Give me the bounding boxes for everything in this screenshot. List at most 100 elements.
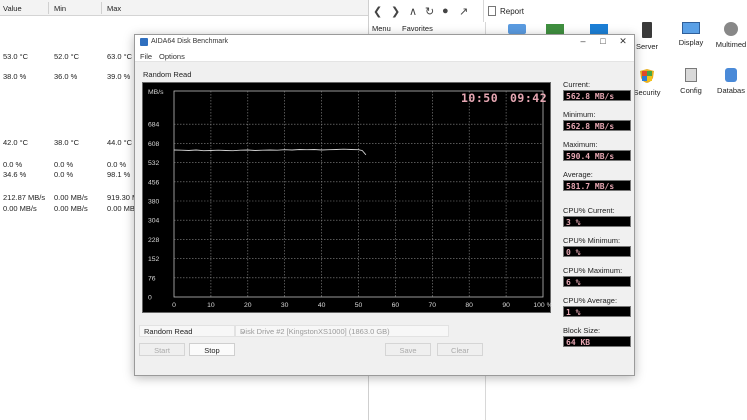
report-button[interactable]: Report <box>483 0 747 22</box>
cpu-average-label: CPU% Average: <box>563 296 618 305</box>
drive-select[interactable]: Disk Drive #2 [KingstonXS1000] (1863.0 G… <box>235 325 449 337</box>
category-tile-config[interactable]: Config <box>671 68 711 95</box>
tab-favorites[interactable]: Favorites <box>402 24 433 33</box>
test-type-select[interactable]: Random Read ⌄ <box>139 325 235 337</box>
average-label: Average: <box>563 170 593 179</box>
y-tick-label: 380 <box>148 199 160 206</box>
maximize-icon[interactable]: □ <box>596 36 610 46</box>
table-cell: 212.87 MB/s <box>3 193 46 202</box>
up-icon[interactable]: ∧ <box>409 5 417 18</box>
sensor-table-header: Value Min Max <box>0 0 368 16</box>
column-header-min[interactable]: Min <box>54 4 66 13</box>
table-cell: 0.0 % <box>3 160 23 169</box>
menu-options[interactable]: Options <box>159 52 185 61</box>
category-tile-multimedia[interactable]: Multimed <box>711 22 747 49</box>
block-size-label: Block Size: <box>563 326 601 335</box>
table-cell: 0.00 MB/s <box>54 204 88 213</box>
nav-toolbar: ❮ ❯ ∧ ↻ ● ↗ <box>369 0 485 22</box>
motherboard-icon <box>546 24 564 34</box>
chevron-down-icon: ⌄ <box>240 328 246 335</box>
x-tick-label: 30 <box>281 302 289 309</box>
clear-button[interactable]: Clear <box>437 343 483 356</box>
close-icon[interactable]: ✕ <box>616 36 630 47</box>
table-cell: 38.0 % <box>3 72 27 81</box>
report-label: Report <box>500 7 525 16</box>
column-separator[interactable] <box>101 2 102 14</box>
window-titlebar[interactable]: AIDA64 Disk Benchmark – □ ✕ <box>135 35 634 49</box>
security-icon <box>640 69 654 83</box>
tile-label: Multimed <box>715 40 747 49</box>
current-label: Current: <box>563 80 591 89</box>
refresh-icon[interactable]: ↻ <box>425 5 434 18</box>
table-cell: 42.0 °C <box>3 138 29 147</box>
menu-file[interactable]: File <box>140 52 152 61</box>
table-cell: 63.0 °C <box>107 52 133 61</box>
elapsed-time: 10:50 <box>461 91 499 105</box>
x-tick-label: 50 <box>355 302 363 309</box>
x-tick-label: 10 <box>207 302 215 309</box>
y-axis-label: MB/s <box>148 89 164 96</box>
table-cell: 39.0 % <box>107 72 131 81</box>
table-cell: 53.0 °C <box>3 52 29 61</box>
x-tick-label: 90 <box>502 302 510 309</box>
tile-label: Config <box>680 86 702 95</box>
table-cell: 36.0 % <box>54 72 78 81</box>
table-cell: 0.0 % <box>54 170 74 179</box>
benchmark-chart: 0 76 152 228 304 380 456 532 608 684 MB/s 0 10 20 30 40… <box>142 82 552 313</box>
back-icon[interactable]: ❮ <box>373 5 382 18</box>
maximum-value: 590.4 MB/s <box>563 150 631 161</box>
network-icon <box>508 24 526 34</box>
minimize-icon[interactable]: – <box>576 36 590 46</box>
display-icon <box>682 22 700 34</box>
tile-label: Display <box>678 38 704 47</box>
tile-label: Security <box>633 88 661 97</box>
forward-icon[interactable]: ❯ <box>391 5 400 18</box>
y-tick-label: 684 <box>148 122 160 129</box>
x-tick-label: 20 <box>244 302 252 309</box>
average-value: 581.7 MB/s <box>563 180 631 191</box>
table-cell: 0.00 MB/s <box>54 193 88 202</box>
table-cell: 0.0 % <box>54 160 74 169</box>
table-cell: 34.6 % <box>3 170 27 179</box>
current-value: 562.8 MB/s <box>563 90 631 101</box>
remaining-time: 09:42 <box>510 91 548 105</box>
document-icon <box>488 6 496 16</box>
y-tick-label: 152 <box>148 256 160 263</box>
tile-label: Databas <box>717 86 745 95</box>
window-menubar: File Options <box>135 49 634 62</box>
block-size-value: 64 KB <box>563 336 631 347</box>
x-tick-label: 70 <box>429 302 437 309</box>
database-icon <box>725 68 737 82</box>
chevron-down-icon: ⌄ <box>144 328 150 335</box>
column-header-max[interactable]: Max <box>107 4 121 13</box>
category-tile-database[interactable]: Databas <box>711 68 747 95</box>
tile-label: Server <box>635 42 659 51</box>
cpu-minimum-value: 0 % <box>563 246 631 257</box>
disk-benchmark-window: AIDA64 Disk Benchmark – □ ✕ File Options… <box>134 34 635 376</box>
table-cell: 52.0 °C <box>54 52 80 61</box>
multimedia-icon <box>724 22 738 36</box>
column-header-value[interactable]: Value <box>3 4 22 13</box>
config-icon <box>685 68 697 82</box>
cpu-maximum-value: 6 % <box>563 276 631 287</box>
x-tick-label: 60 <box>392 302 400 309</box>
table-cell: 0.0 % <box>107 160 127 169</box>
save-button[interactable]: Save <box>385 343 431 356</box>
series-line-random-read <box>173 148 367 156</box>
column-separator[interactable] <box>48 2 49 14</box>
tab-menu[interactable]: Menu <box>372 24 391 33</box>
user-icon[interactable]: ● <box>442 5 449 17</box>
minimum-label: Minimum: <box>563 110 596 119</box>
y-tick-label: 228 <box>148 237 160 244</box>
y-tick-label: 0 <box>148 295 152 302</box>
category-tile-display[interactable]: Display <box>671 22 711 47</box>
chart-icon[interactable]: ↗ <box>459 5 468 18</box>
start-button[interactable]: Start <box>139 343 185 356</box>
cpu-current-label: CPU% Current: <box>563 206 615 215</box>
stop-button[interactable]: Stop <box>189 343 235 356</box>
x-tick-label: 100 % <box>533 302 552 309</box>
x-tick-label: 80 <box>465 302 473 309</box>
minimum-value: 562.8 MB/s <box>563 120 631 131</box>
cpu-maximum-label: CPU% Maximum: <box>563 266 623 275</box>
x-tick-label: 40 <box>318 302 326 309</box>
